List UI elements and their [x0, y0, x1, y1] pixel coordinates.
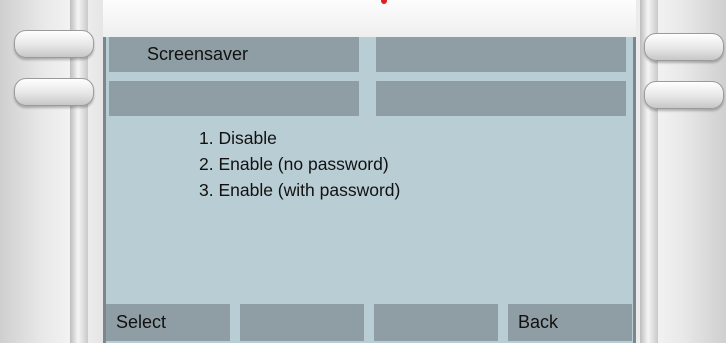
softkey-select[interactable]: Select [106, 304, 230, 341]
side-line-key-right-2[interactable] [644, 81, 724, 109]
side-line-key-left-1[interactable] [14, 30, 94, 58]
line-key-label-right-2[interactable] [376, 81, 626, 116]
screensaver-options-list: 1. Disable 2. Enable (no password) 3. En… [199, 125, 400, 203]
menu-item-enable-with-password[interactable]: 3. Enable (with password) [199, 177, 400, 203]
line-key-label-left-2[interactable] [109, 81, 359, 116]
line-key-label-right-1[interactable] [376, 37, 626, 72]
softkey-3[interactable] [374, 304, 498, 341]
softkey-back[interactable]: Back [508, 304, 632, 341]
phone-display: Screensaver 1. Disable 2. Enable (no pas… [103, 37, 636, 343]
side-line-key-right-1[interactable] [644, 33, 724, 61]
softkey-2[interactable] [240, 304, 364, 341]
menu-item-enable-no-password[interactable]: 2. Enable (no password) [199, 151, 400, 177]
menu-item-disable[interactable]: 1. Disable [199, 125, 400, 151]
display-top-bezel [103, 0, 636, 42]
line-key-label-left-1[interactable]: Screensaver [109, 37, 359, 72]
side-line-key-left-2[interactable] [14, 78, 94, 106]
